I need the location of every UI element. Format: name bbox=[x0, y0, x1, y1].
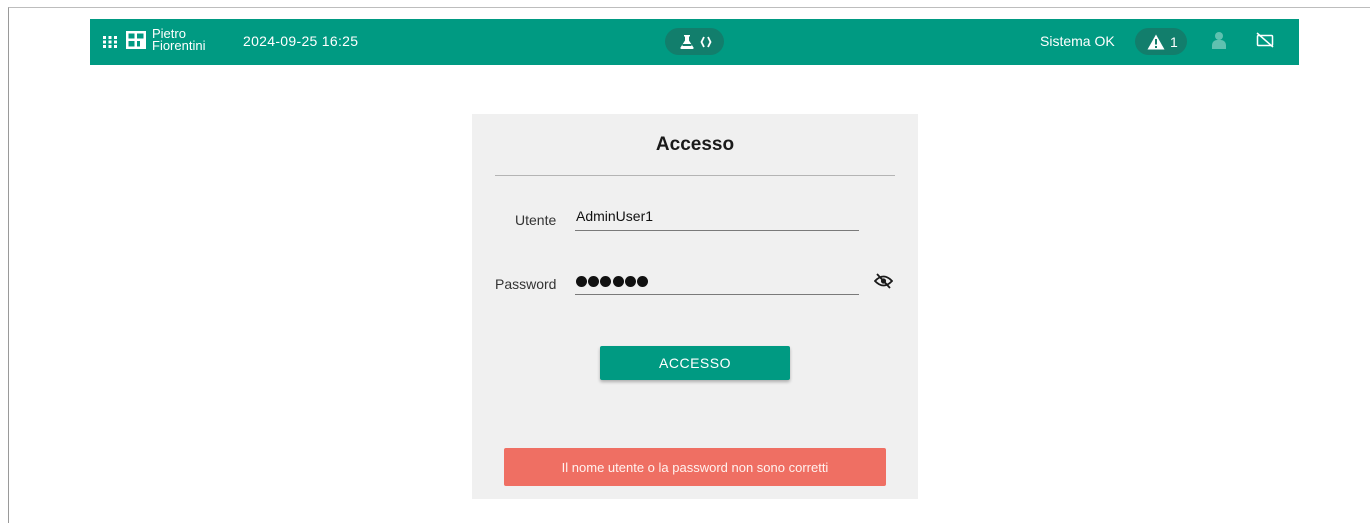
user-icon[interactable] bbox=[1212, 31, 1226, 54]
eye-off-icon[interactable] bbox=[873, 273, 894, 294]
login-title: Accesso bbox=[655, 134, 735, 155]
top-bar: Pietro Fiorentini 2024-09-25 16:25 Siste… bbox=[90, 19, 1299, 65]
flask-icon bbox=[680, 35, 694, 50]
password-label: Password bbox=[495, 276, 557, 292]
password-input[interactable] bbox=[576, 274, 649, 287]
warning-icon bbox=[1147, 34, 1165, 50]
username-input[interactable] bbox=[576, 208, 856, 224]
apps-grid-icon[interactable] bbox=[102, 35, 118, 49]
username-underline bbox=[575, 230, 859, 231]
error-text: Il nome utente o la password non sono co… bbox=[561, 459, 829, 475]
logo-text: Pietro Fiorentini bbox=[152, 27, 206, 53]
logo-line-2: Fiorentini bbox=[152, 38, 206, 53]
password-underline bbox=[575, 294, 859, 295]
login-error-message: Il nome utente o la password non sono co… bbox=[504, 448, 886, 486]
logo-mark-icon bbox=[126, 31, 146, 49]
alarms-pill[interactable]: 1 bbox=[1135, 28, 1187, 55]
mode-indicator-pill[interactable] bbox=[665, 28, 724, 55]
system-status-text: Sistema OK bbox=[1040, 33, 1115, 49]
datetime-display: 2024-09-25 16:25 bbox=[243, 33, 359, 49]
login-submit-button[interactable]: ACCESSO bbox=[600, 346, 790, 380]
username-label: Utente bbox=[515, 212, 557, 228]
alarm-count: 1 bbox=[1170, 34, 1178, 50]
login-panel: Accesso Utente Password ACCESSO Il nome … bbox=[472, 114, 918, 499]
title-divider bbox=[495, 175, 895, 176]
camera-off-icon[interactable] bbox=[1256, 32, 1274, 53]
code-brackets-icon bbox=[700, 36, 712, 48]
